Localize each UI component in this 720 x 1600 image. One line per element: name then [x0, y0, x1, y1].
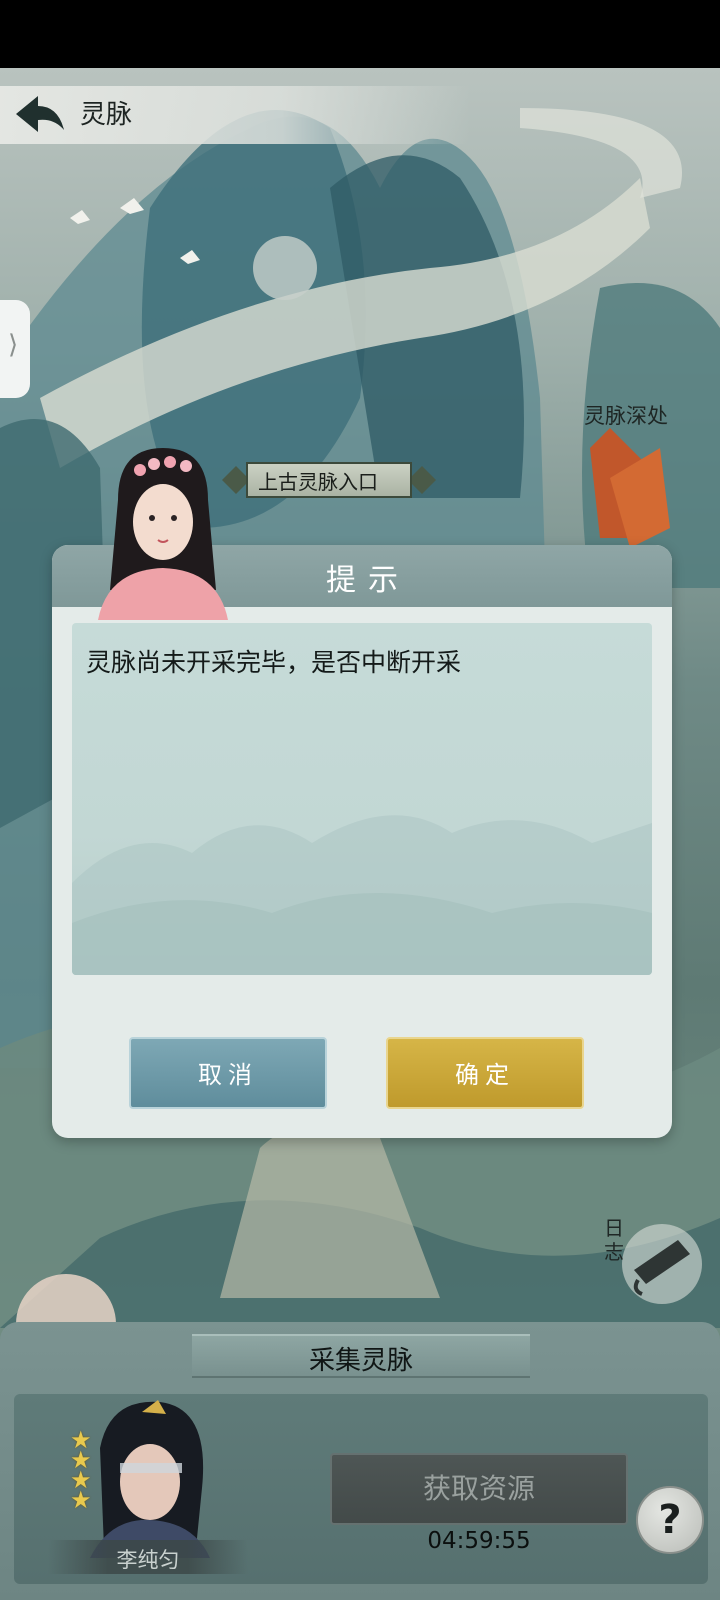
guide-character-portrait	[78, 440, 248, 620]
diary-label: 日志	[604, 1216, 624, 1264]
page-title: 灵脉	[80, 100, 133, 130]
dialog-body: 灵脉尚未开采完毕，是否中断开采	[72, 623, 652, 975]
confirm-dialog: 提示 灵脉尚未开采完毕，是否中断开采 取消 确定	[52, 545, 672, 1138]
confirm-button[interactable]: 确定	[386, 1037, 584, 1109]
back-arrow-icon	[16, 96, 64, 132]
cancel-button[interactable]: 取消	[129, 1037, 327, 1109]
dialog-message: 灵脉尚未开采完毕，是否中断开采	[86, 648, 462, 677]
get-resources-button[interactable]: 获取资源	[330, 1453, 628, 1525]
character-name: 李纯匀	[116, 1548, 180, 1572]
top-bar	[0, 86, 470, 144]
location-label-entrance: 上古灵脉入口	[258, 470, 378, 494]
chevron-right-icon: ⟩	[8, 330, 19, 360]
location-entrance[interactable]: 上古灵脉入口	[218, 460, 440, 500]
status-bar	[0, 0, 720, 68]
countdown-timer: 04:59:55	[427, 1528, 531, 1554]
location-label-deep[interactable]: 灵脉深处	[584, 400, 668, 430]
star-icon: ★	[70, 1486, 92, 1514]
help-button[interactable]: ?	[636, 1486, 704, 1554]
character-star-rating: ★ ★ ★ ★	[70, 1428, 96, 1514]
side-drawer-tab[interactable]: ⟩	[0, 300, 30, 398]
bottom-title: 采集灵脉	[308, 1346, 413, 1376]
back-button[interactable]	[12, 92, 68, 138]
